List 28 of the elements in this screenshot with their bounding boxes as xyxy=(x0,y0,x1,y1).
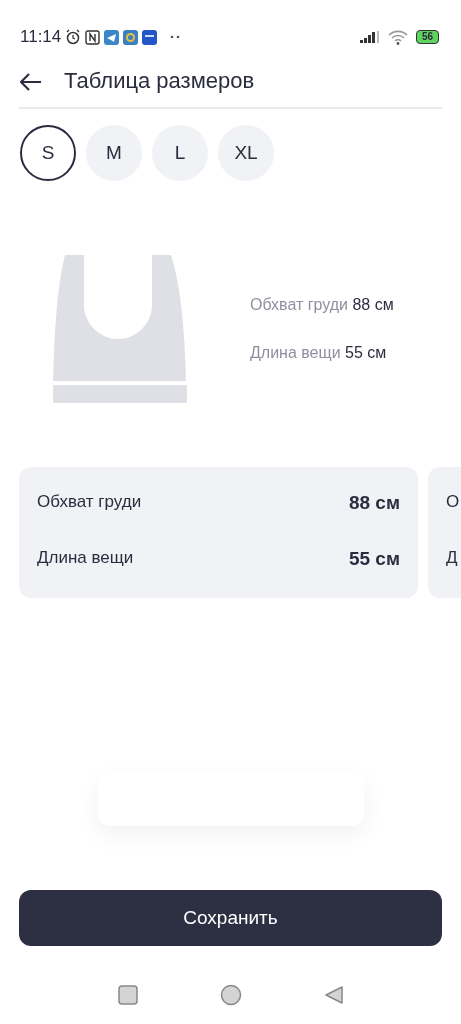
measurement-value: 88 см xyxy=(348,491,400,515)
size-option[interactable]: XL xyxy=(218,125,274,181)
status-time: 11:14 xyxy=(20,26,62,49)
measurement-label: О xyxy=(446,491,460,513)
size-option[interactable]: M xyxy=(86,125,142,181)
alarm-icon xyxy=(65,29,82,45)
measurement-label: Длина вещи xyxy=(37,547,134,569)
wifi-icon xyxy=(387,29,408,45)
size-option[interactable]: L xyxy=(152,125,208,181)
more-icon xyxy=(169,34,182,40)
measurement-text: Длина вещи 55 см xyxy=(250,343,388,363)
measurement-text: Обхват груди 88 см xyxy=(250,295,394,315)
recents-icon[interactable] xyxy=(117,985,138,1005)
app-icon xyxy=(123,29,139,45)
size-option[interactable]: S xyxy=(20,125,76,181)
measurement-value: 55 см xyxy=(348,547,400,571)
back-icon[interactable] xyxy=(323,985,344,1005)
back-arrow-icon[interactable] xyxy=(20,72,42,91)
page-title: Таблица размеров xyxy=(64,68,255,95)
app-icon xyxy=(104,29,120,45)
save-button[interactable]: Сохранить xyxy=(19,890,442,946)
signal-icon xyxy=(359,31,380,43)
measurement-label: Обхват груди xyxy=(37,491,142,513)
home-icon[interactable] xyxy=(219,984,242,1006)
app-icon xyxy=(142,29,158,45)
measurement-label: Д xyxy=(446,547,458,569)
battery-level: 56 xyxy=(415,30,439,44)
nfc-icon xyxy=(85,29,101,45)
